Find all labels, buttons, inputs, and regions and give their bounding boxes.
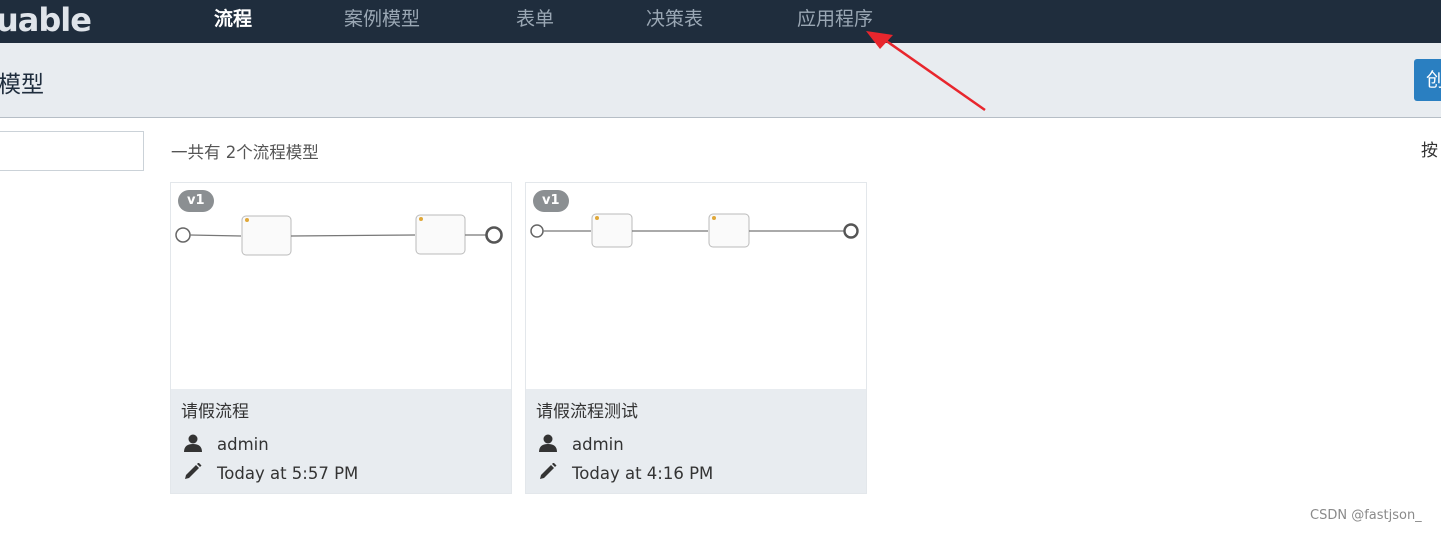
model-name: 请假流程测试 — [536, 402, 638, 422]
model-card[interactable]: v1 请假流程 admin Today at 5:57 PM — [170, 182, 512, 494]
pencil-icon — [185, 463, 202, 479]
start-event-icon — [530, 224, 544, 238]
nav-tab-label: 流程 — [214, 8, 253, 30]
nav-tab-apps[interactable]: 应用程序 — [797, 0, 873, 43]
process-diagram — [530, 213, 859, 248]
model-author-row: admin — [183, 434, 269, 456]
model-author: admin — [217, 435, 269, 454]
pencil-icon — [540, 463, 557, 479]
user-task-icon — [419, 217, 423, 221]
end-event-icon — [485, 226, 503, 244]
model-name: 请假流程 — [181, 402, 249, 422]
filter-input[interactable] — [0, 131, 144, 171]
user-task-icon — [245, 218, 249, 222]
app-logo[interactable]: uable — [0, 0, 92, 40]
nav-tab-forms[interactable]: 表单 — [516, 0, 554, 43]
watermark: CSDN @fastjson_ — [1310, 508, 1422, 523]
end-event-icon — [843, 223, 859, 239]
model-card[interactable]: v1 请假流程测试 admin Today at 4:16 PM — [525, 182, 867, 494]
version-badge: v1 — [533, 190, 569, 212]
process-diagram-thumbnail: v1 — [526, 183, 866, 389]
user-task-icon — [595, 216, 599, 220]
model-info: 请假流程 admin Today at 5:57 PM — [171, 389, 511, 493]
sort-dropdown[interactable]: 按 — [1421, 136, 1438, 161]
user-task-shape — [415, 214, 466, 255]
model-modified-row: Today at 4:16 PM — [538, 463, 713, 485]
nav-tab-decision-tables[interactable]: 决策表 — [646, 0, 703, 43]
nav-tab-label: 表单 — [516, 8, 555, 30]
nav-tab-processes[interactable]: 流程 — [214, 0, 253, 51]
user-icon — [539, 434, 557, 452]
nav-tab-label: 决策表 — [646, 8, 704, 30]
model-modified-time: Today at 4:16 PM — [572, 464, 714, 483]
user-task-icon — [712, 216, 716, 220]
page-header: 模型 创 — [0, 43, 1441, 118]
model-modified-time: Today at 5:57 PM — [217, 464, 359, 483]
model-count-text: 一共有 2个流程模型 — [171, 143, 319, 162]
page-title: 模型 — [0, 72, 44, 98]
nav-tab-label: 应用程序 — [797, 8, 874, 30]
model-author-row: admin — [538, 434, 624, 456]
user-icon — [184, 434, 202, 452]
create-model-button[interactable]: 创 — [1414, 59, 1441, 101]
start-event-icon — [175, 227, 191, 243]
user-task-shape — [241, 215, 292, 256]
nav-tab-label: 案例模型 — [344, 8, 421, 30]
process-diagram-thumbnail: v1 — [171, 183, 511, 389]
top-navbar: uable 流程 案例模型 表单 决策表 应用程序 — [0, 0, 1441, 51]
nav-tab-case-models[interactable]: 案例模型 — [344, 0, 420, 43]
model-author: admin — [572, 435, 624, 454]
model-modified-row: Today at 5:57 PM — [183, 463, 358, 485]
model-info: 请假流程测试 admin Today at 4:16 PM — [526, 389, 866, 493]
version-badge: v1 — [178, 190, 214, 212]
process-diagram — [175, 214, 503, 256]
